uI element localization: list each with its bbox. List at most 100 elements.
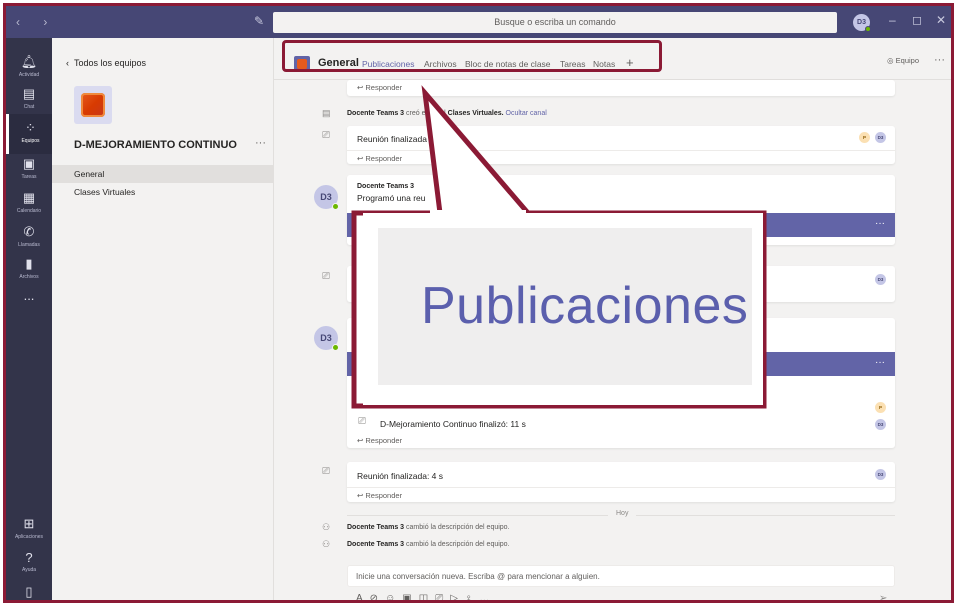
appbar-label: Equipos: [21, 138, 40, 144]
sys-author: Docente Teams 3: [347, 524, 405, 531]
format-icon[interactable]: A: [356, 593, 370, 603]
team-more-button[interactable]: ···: [255, 137, 266, 149]
appbar-label: Aplicaciones: [14, 534, 44, 540]
meeting-card: Reunión finalizada: 4 s D3 ↩ Responder: [347, 462, 895, 502]
mobile-app-button[interactable]: ▯: [6, 578, 52, 603]
assignments-icon: ▣: [22, 156, 36, 171]
app-bar: 🔔︎ Actividad ▤ Chat ⁘ Equipos ▣ Tareas ▦…: [6, 38, 52, 603]
system-message: Docente Teams 3 creó el canal Clases Vir…: [347, 110, 547, 117]
sys-channel: Clases Virtuales.: [447, 110, 504, 117]
compose-box[interactable]: Inicie una conversación nueva. Escriba @…: [347, 565, 895, 587]
post-author: Docente Teams 3: [357, 183, 415, 190]
emoji-icon[interactable]: ☺: [385, 593, 402, 603]
compose-placeholder: Inicie una conversación nueva. Escriba @…: [356, 572, 600, 581]
banner-more-button[interactable]: ···: [875, 218, 885, 229]
meeting-card: Reunión finalizada P D3 ↩ Responder: [347, 126, 895, 164]
appbar-label: Llamadas: [18, 242, 40, 248]
teams-icon: ⁘: [25, 120, 36, 135]
team-button[interactable]: ◎ Equipo: [887, 56, 919, 65]
day-divider-label: Hoy: [608, 510, 637, 517]
chat-icon: ▤: [22, 86, 36, 101]
system-message: Docente Teams 3 cambió la descripción de…: [347, 524, 510, 531]
help-icon: ?: [25, 550, 33, 565]
participant-avatar: P: [875, 402, 886, 413]
reply-button[interactable]: ↩ Responder: [357, 83, 402, 92]
appbar-label: Chat: [23, 104, 35, 110]
team-avatar: [74, 86, 112, 124]
post-text: Programó una reu: [357, 193, 426, 203]
meeting-title: D-Mejoramiento Continuo finalizó: 11 s: [380, 419, 526, 429]
meet-now-icon[interactable]: ⎚: [435, 593, 450, 603]
reply-button[interactable]: ↩ Responder: [357, 436, 402, 445]
appbar-item-more[interactable]: ...: [6, 282, 52, 322]
author-avatar: D3: [314, 326, 339, 351]
zoom-inner: Publicaciones: [378, 228, 752, 385]
appbar-label: Tareas: [21, 174, 37, 180]
meeting-icon: ⎚: [322, 271, 330, 282]
maximize-icon[interactable]: ◻: [912, 13, 922, 27]
appbar-item-equipos[interactable]: ⁘ Equipos: [6, 114, 52, 154]
title-bar: ‹ › ✎ Busque o escriba un comando D3 – ◻…: [6, 6, 954, 38]
channel-created-icon: ▤: [322, 108, 331, 118]
participant-avatar: D3: [875, 132, 886, 143]
appbar-label: Calendario: [16, 208, 42, 214]
author-avatar: D3: [314, 185, 339, 210]
zoom-callout: Publicaciones: [363, 213, 763, 405]
device-icon: ▯: [25, 584, 33, 599]
user-avatar[interactable]: D3: [853, 14, 871, 32]
team-edit-icon: ⚇: [322, 522, 331, 532]
system-message: Docente Teams 3 cambió la descripción de…: [347, 541, 510, 548]
channel-clases-virtuales[interactable]: Clases Virtuales: [52, 183, 273, 201]
back-to-teams-link[interactable]: ‹ Todos los equipos: [66, 58, 146, 68]
more-options-icon[interactable]: …: [479, 593, 496, 603]
channel-general[interactable]: General: [52, 165, 273, 183]
sticker-icon[interactable]: ◫: [419, 593, 435, 603]
phone-icon: ✆: [23, 224, 35, 239]
new-chat-icon[interactable]: ✎: [254, 14, 264, 28]
gif-icon[interactable]: ▣: [402, 593, 418, 603]
post-card: ↩ Responder: [347, 80, 895, 96]
team-edit-icon: ⚇: [322, 539, 331, 549]
meeting-icon: ⎚: [322, 466, 330, 477]
calendar-icon: ▦: [22, 190, 36, 205]
send-icon[interactable]: ➢: [879, 593, 887, 603]
file-icon: ▮: [25, 256, 33, 271]
header-more-button[interactable]: ···: [934, 54, 945, 66]
reply-label: Responder: [365, 154, 403, 163]
reply-label: Responder: [365, 83, 403, 92]
reply-button[interactable]: ↩ Responder: [357, 154, 402, 163]
presence-dot: [332, 203, 339, 210]
appbar-label: Ayuda: [21, 567, 37, 573]
back-label: Todos los equipos: [74, 58, 147, 68]
praise-icon[interactable]: ♀: [465, 593, 480, 603]
search-input[interactable]: Busque o escriba un comando: [273, 12, 837, 33]
presence-dot: [332, 344, 339, 351]
meeting-title: Reunión finalizada: [357, 134, 427, 144]
avatar-initials: D3: [857, 19, 866, 26]
reply-label: Responder: [365, 436, 403, 445]
participant-avatar: D3: [875, 469, 886, 480]
appbar-label: Archivos: [19, 274, 39, 280]
tabs-highlight: [282, 40, 662, 72]
team-button-label: Equipo: [895, 56, 919, 65]
sys-author: Docente Teams 3: [347, 110, 405, 117]
reply-button[interactable]: ↩ Responder: [357, 491, 402, 500]
avatar-initials: D3: [320, 333, 332, 343]
attach-icon[interactable]: ⊘: [370, 593, 385, 603]
apps-icon: ⊞: [23, 516, 35, 531]
minimize-icon[interactable]: –: [889, 13, 896, 27]
hide-channel-link[interactable]: Ocultar canal: [506, 110, 547, 117]
meeting-icon: ⎚: [322, 130, 330, 141]
bell-icon: 🔔︎: [20, 54, 38, 69]
avatar-initials: D3: [320, 192, 332, 202]
nav-arrows[interactable]: ‹ ›: [16, 15, 57, 29]
close-icon[interactable]: ✕: [936, 13, 946, 27]
participant-avatar: D3: [875, 274, 886, 285]
sys-text: cambió la descripción del equipo.: [406, 524, 510, 531]
zoom-label: Publicaciones: [421, 277, 749, 335]
banner-more-button[interactable]: ···: [875, 357, 885, 368]
meeting-icon: ⎚: [358, 416, 366, 427]
stream-icon[interactable]: ▷: [450, 593, 465, 603]
sys-text: creó el canal: [406, 110, 446, 117]
compose-toolbar: A⊘☺▣◫⎚▷♀…: [356, 593, 496, 603]
